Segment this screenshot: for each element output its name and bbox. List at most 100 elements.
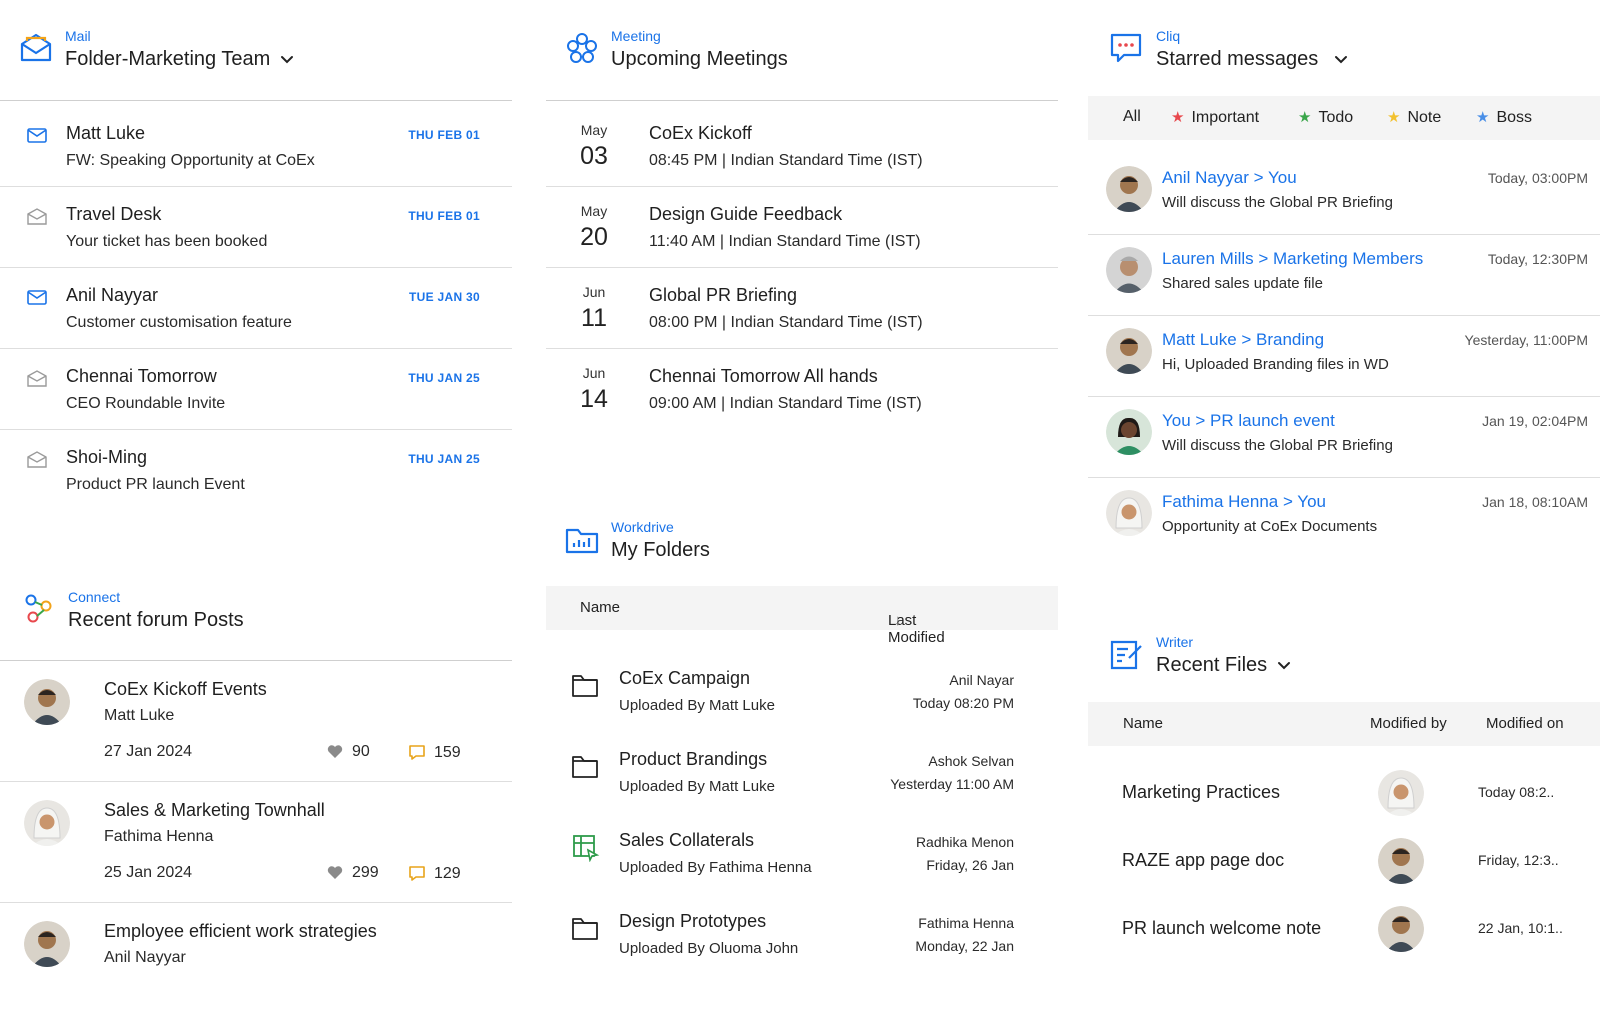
post-author: Anil Nayyar [104, 949, 186, 966]
modified-by-column-header[interactable]: Modified by [1370, 715, 1447, 732]
mail-sender: Travel Desk [66, 204, 162, 224]
file-row[interactable]: PR launch welcome note 22 Jan, 10:1.. [1088, 896, 1600, 964]
forum-post[interactable]: Sales & Marketing Townhall Fathima Henna… [0, 782, 512, 903]
filter-boss[interactable]: ★ Boss [1476, 108, 1532, 127]
forum-post[interactable]: Employee efficient work strategies Anil … [0, 903, 512, 1012]
folder-row[interactable]: Sales Collaterals Uploaded By Fathima He… [546, 814, 1058, 895]
modified-on-column-header[interactable]: Modified on [1486, 715, 1564, 732]
uploaded-by: Uploaded By Matt Luke [619, 778, 775, 795]
starred-message[interactable]: Fathima Henna > You Opportunity at CoEx … [1088, 478, 1600, 559]
mail-item[interactable]: Matt Luke FW: Speaking Opportunity at Co… [0, 106, 512, 187]
mail-widget: Mail Folder-Marketing Team Matt Luke FW:… [0, 0, 512, 580]
mail-subject: Your ticket has been booked [66, 233, 268, 250]
avatar [1106, 409, 1152, 455]
mail-sender: Chennai Tomorrow [66, 366, 217, 386]
mail-folder-dropdown[interactable]: Folder-Marketing Team [65, 48, 294, 71]
modified-by: Ashok Selvan [928, 753, 1014, 769]
message-participants[interactable]: Matt Luke > Branding [1162, 330, 1324, 350]
chevron-down-icon[interactable] [1277, 659, 1291, 673]
avatar [24, 800, 70, 846]
chevron-down-icon[interactable] [1334, 53, 1348, 67]
avatar [1106, 490, 1152, 536]
meeting-day: 11 [581, 304, 607, 332]
message-participants[interactable]: Anil Nayyar > You [1162, 168, 1297, 188]
cliq-starred-dropdown[interactable]: Starred messages [1156, 48, 1348, 71]
cliq-header: Cliq Starred messages [1088, 0, 1600, 100]
folder-row[interactable]: Design Prototypes Uploaded By Oluoma Joh… [546, 895, 1058, 976]
cliq-widget: Cliq Starred messages All ★ Important ★ To… [1088, 0, 1600, 580]
avatar [1378, 906, 1424, 952]
message-time: Yesterday, 11:00PM [1464, 332, 1588, 348]
starred-message[interactable]: Lauren Mills > Marketing Members Shared … [1088, 235, 1600, 316]
workdrive-title: My Folders [611, 539, 710, 561]
red-star-icon: ★ [1171, 109, 1185, 126]
starred-message[interactable]: You > PR launch event Will discuss the G… [1088, 397, 1600, 478]
comments-value: 129 [434, 865, 461, 882]
folder-name: Sales Collaterals [619, 830, 755, 850]
forum-post[interactable]: CoEx Kickoff Events Matt Luke 27 Jan 202… [0, 661, 512, 782]
file-row[interactable]: Marketing Practices Today 08:2.. [1088, 760, 1600, 828]
writer-table-header: Name Modified by Modified on [1088, 702, 1600, 746]
filter-note[interactable]: ★ Note [1387, 108, 1441, 127]
folder-row[interactable]: CoEx Campaign Uploaded By Matt Luke Anil… [546, 652, 1058, 733]
chevron-down-icon[interactable] [280, 53, 294, 67]
starred-message[interactable]: Anil Nayyar > You Will discuss the Globa… [1088, 154, 1600, 235]
comment-count[interactable]: 129 [408, 864, 461, 883]
message-participants[interactable]: You > PR launch event [1162, 411, 1335, 431]
heart-icon [327, 745, 343, 758]
meeting-time: 09:00 AM | Indian Standard Time (IST) [649, 395, 922, 412]
message-participants[interactable]: Fathima Henna > You [1162, 492, 1326, 512]
mail-item[interactable]: Travel Desk Your ticket has been booked … [0, 187, 512, 268]
meeting-time: 08:00 PM | Indian Standard Time (IST) [649, 314, 923, 331]
folder-row[interactable]: Product Brandings Uploaded By Matt Luke … [546, 733, 1058, 814]
folder-icon [572, 918, 598, 940]
comments-value: 159 [434, 744, 461, 761]
message-participants[interactable]: Lauren Mills > Marketing Members [1162, 249, 1423, 269]
modified-by: Fathima Henna [918, 915, 1014, 931]
workdrive-widget: Workdrive My Folders Name Last Modified … [546, 500, 1058, 1012]
meeting-item[interactable]: Jun 11 Global PR Briefing 08:00 PM | Ind… [546, 268, 1058, 349]
connect-app-name: Connect [68, 589, 121, 605]
meeting-day: 03 [580, 142, 608, 170]
sort-down-arrow-icon: ↓ [894, 612, 902, 629]
meeting-app-icon [567, 33, 597, 63]
name-column-header[interactable]: Name [580, 599, 620, 616]
filter-important[interactable]: ★ Important [1171, 108, 1259, 127]
message-text: Shared sales update file [1162, 275, 1323, 292]
starred-message[interactable]: Matt Luke > Branding Hi, Uploaded Brandi… [1088, 316, 1600, 397]
folder-icon [572, 675, 598, 697]
writer-widget: Writer Recent Files Name Modified by Mod… [1088, 620, 1600, 1012]
writer-files-dropdown[interactable]: Recent Files [1156, 654, 1291, 677]
mail-subject: FW: Speaking Opportunity at CoEx [66, 152, 315, 169]
name-column-header[interactable]: Name [1123, 715, 1163, 732]
like-count[interactable]: 299 [326, 864, 379, 882]
read-envelope-icon [27, 370, 47, 387]
filter-all[interactable]: All [1123, 108, 1141, 126]
message-text: Will discuss the Global PR Briefing [1162, 437, 1393, 454]
meeting-item[interactable]: May 03 CoEx Kickoff 08:45 PM | Indian St… [546, 106, 1058, 187]
file-name: Marketing Practices [1122, 782, 1281, 802]
filter-todo[interactable]: ★ Todo [1298, 108, 1353, 127]
message-time: Today, 03:00PM [1487, 170, 1588, 186]
mail-item[interactable]: Chennai Tomorrow CEO Roundable Invite TH… [0, 349, 512, 430]
file-row[interactable]: RAZE app page doc Friday, 12:3.. [1088, 828, 1600, 896]
meeting-item[interactable]: Jun 14 Chennai Tomorrow All hands 09:00 … [546, 349, 1058, 430]
post-title[interactable]: CoEx Kickoff Events [104, 679, 267, 700]
yellow-star-icon: ★ [1387, 109, 1401, 126]
post-title[interactable]: Employee efficient work strategies [104, 921, 377, 942]
comment-count[interactable]: 159 [408, 743, 461, 762]
modified-on: Friday, 12:3.. [1478, 852, 1559, 868]
meeting-time: 11:40 AM | Indian Standard Time (IST) [649, 233, 921, 250]
green-star-icon: ★ [1298, 109, 1312, 126]
meeting-item[interactable]: May 20 Design Guide Feedback 11:40 AM | … [546, 187, 1058, 268]
workdrive-table-header: Name Last Modified ↓ [546, 586, 1058, 646]
mail-item[interactable]: Shoi-Ming Product PR launch Event THU JA… [0, 430, 512, 511]
like-count[interactable]: 90 [326, 743, 370, 761]
avatar [1106, 166, 1152, 212]
mail-item[interactable]: Anil Nayyar Customer customisation featu… [0, 268, 512, 349]
modified-on: Monday, 22 Jan [915, 938, 1014, 954]
folder-name: Product Brandings [619, 749, 768, 769]
uploaded-by: Uploaded By Matt Luke [619, 697, 775, 714]
post-title[interactable]: Sales & Marketing Townhall [104, 800, 325, 821]
post-author: Matt Luke [104, 707, 175, 724]
